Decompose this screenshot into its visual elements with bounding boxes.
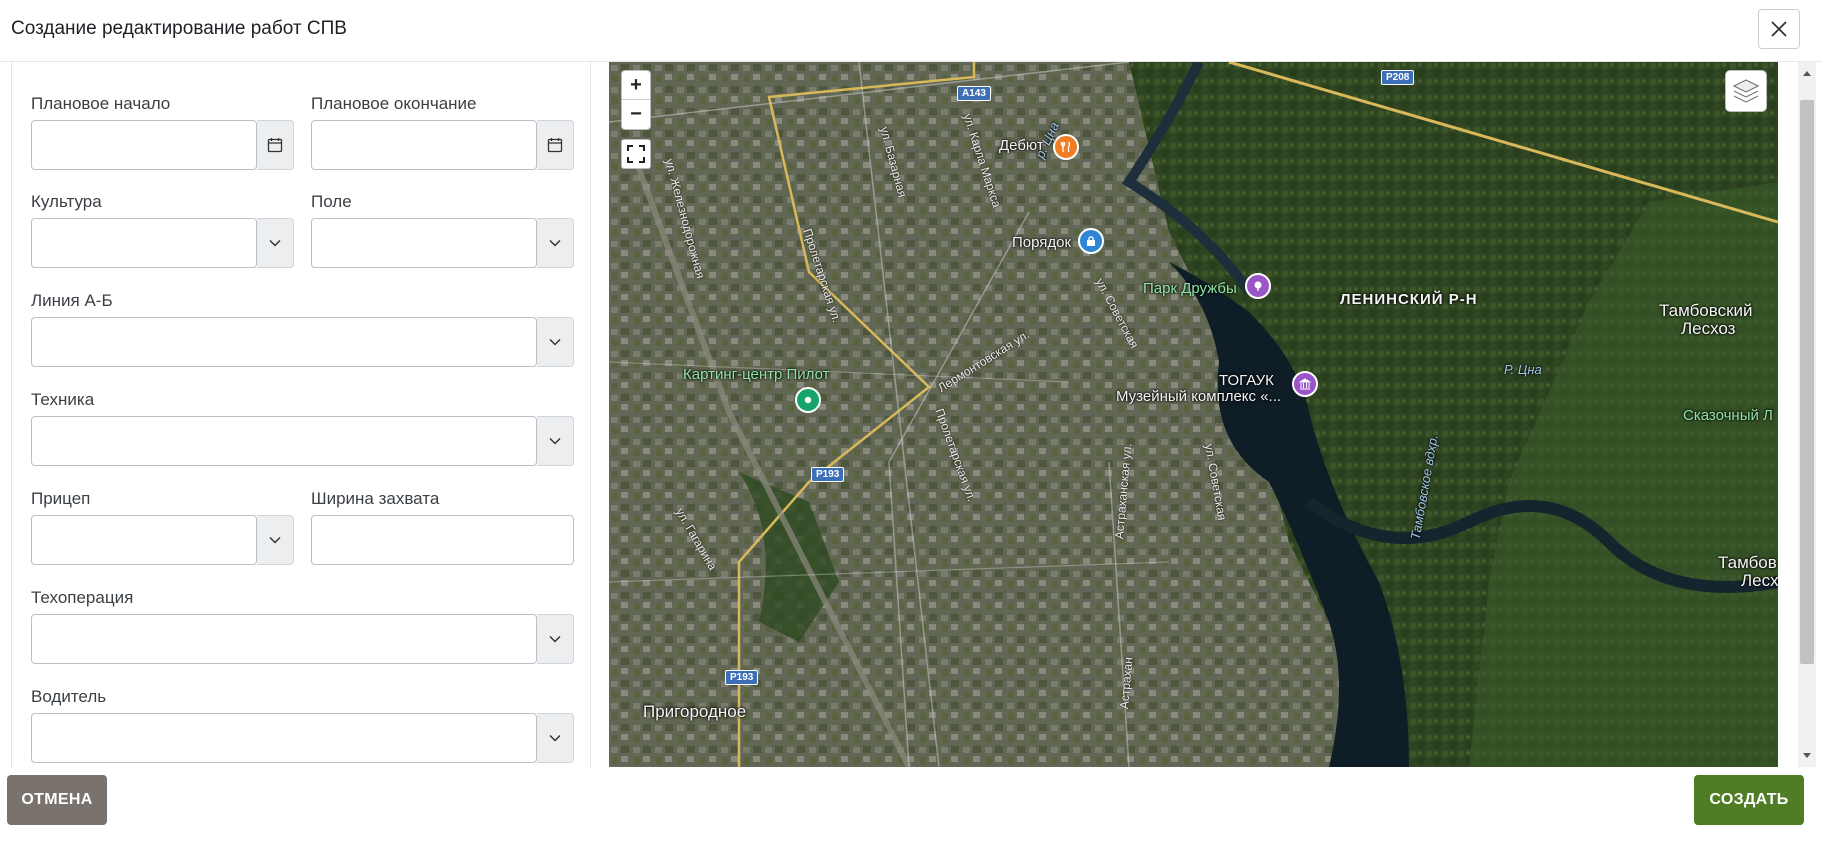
ab-line-label: Линия А-Б <box>31 291 113 310</box>
machinery-dropdown-toggle[interactable] <box>537 416 574 466</box>
field-select[interactable] <box>311 218 537 268</box>
fullscreen-icon <box>627 145 645 163</box>
zoom-in-button[interactable]: + <box>622 71 650 100</box>
map-label-forest-3: Тамбов <box>1718 553 1777 572</box>
road-shield: Р193 <box>725 670 759 685</box>
planned-start-input[interactable] <box>31 120 257 170</box>
trailer-label: Прицеп <box>31 489 91 508</box>
dialog-title: Создание редактирование работ СПВ <box>11 18 347 39</box>
driver-select[interactable] <box>31 713 537 763</box>
zoom-control: + − <box>621 70 651 130</box>
culture-select[interactable] <box>31 218 257 268</box>
driver-dropdown-toggle[interactable] <box>537 713 574 763</box>
field-dropdown-toggle[interactable] <box>537 218 574 268</box>
map-label-poryadok: Порядок <box>1012 234 1072 251</box>
calendar-icon <box>547 138 563 153</box>
working-width-label: Ширина захвата <box>311 489 440 508</box>
tech-operation-label: Техоперация <box>31 588 134 607</box>
map-label-prigorodnoe: Пригородное <box>643 702 747 721</box>
chevron-down-icon <box>549 338 561 346</box>
map-label-karting: Картинг-центр Пилот <box>683 366 830 383</box>
zoom-out-button[interactable]: − <box>622 100 650 129</box>
close-button[interactable] <box>1758 9 1800 49</box>
road-shield: Р208 <box>1381 70 1415 85</box>
form-panel: Плановое начало Плановое окончание Культ… <box>11 62 591 768</box>
map-label-district: ЛЕНИНСКИЙ Р-Н <box>1340 291 1478 308</box>
map-label-forest-4: Лесх <box>1741 571 1778 590</box>
chevron-down-icon <box>269 239 281 247</box>
cancel-button[interactable]: ОТМЕНА <box>7 775 107 825</box>
scrollbar-thumb[interactable] <box>1800 100 1814 664</box>
culture-dropdown-toggle[interactable] <box>257 218 294 268</box>
chevron-down-icon <box>549 734 561 742</box>
planned-start-label: Плановое начало <box>31 94 171 113</box>
machinery-select[interactable] <box>31 416 537 466</box>
planned-end-input[interactable] <box>311 120 537 170</box>
map-label-forest: Тамбовский <box>1659 301 1753 320</box>
map-label-park: Парк Дружбы <box>1143 280 1237 297</box>
museum-icon[interactable] <box>1292 371 1318 397</box>
driver-label: Водитель <box>31 687 107 706</box>
map-label-skazochny: Сказочный Л <box>1683 407 1773 424</box>
chevron-down-icon <box>549 239 561 247</box>
chevron-down-icon <box>549 437 561 445</box>
working-width-input[interactable] <box>311 515 574 565</box>
dialog-header: Создание редактирование работ СПВ <box>0 0 1822 62</box>
scroll-up-arrow[interactable] <box>1800 66 1814 80</box>
layers-icon <box>1732 79 1760 103</box>
fullscreen-button[interactable] <box>621 139 651 169</box>
machinery-label: Техника <box>31 390 95 409</box>
ab-line-dropdown-toggle[interactable] <box>537 317 574 367</box>
planned-end-calendar-button[interactable] <box>537 120 574 170</box>
road-shield: А143 <box>957 86 991 101</box>
layers-button[interactable] <box>1725 70 1767 112</box>
close-icon <box>1771 21 1787 37</box>
tech-operation-select[interactable] <box>31 614 537 664</box>
map-label-museum: Музейный комплекс «... <box>1116 388 1282 405</box>
map-imagery <box>609 62 1778 767</box>
trailer-dropdown-toggle[interactable] <box>257 515 294 565</box>
restaurant-icon[interactable] <box>1053 134 1079 160</box>
field-label: Поле <box>311 192 352 211</box>
map-label-river: Р. Цна <box>1504 362 1542 377</box>
chevron-down-icon <box>549 635 561 643</box>
ab-line-select[interactable] <box>31 317 537 367</box>
map-label-togauk: ТОГАУК <box>1219 372 1274 389</box>
culture-label: Культура <box>31 192 102 211</box>
scroll-down-arrow[interactable] <box>1800 748 1814 762</box>
trailer-select[interactable] <box>31 515 257 565</box>
road-shield: Р193 <box>811 467 845 482</box>
calendar-icon <box>267 138 283 153</box>
create-button[interactable]: СОЗДАТЬ <box>1694 775 1804 825</box>
planned-start-calendar-button[interactable] <box>257 120 294 170</box>
park-icon[interactable] <box>1245 273 1271 299</box>
chevron-down-icon <box>269 536 281 544</box>
map-label-forest-2: Лесхоз <box>1681 319 1736 338</box>
planned-end-label: Плановое окончание <box>311 94 477 113</box>
location-pin-icon[interactable] <box>795 387 821 413</box>
tech-operation-dropdown-toggle[interactable] <box>537 614 574 664</box>
shop-icon[interactable] <box>1078 228 1104 254</box>
satellite-map[interactable]: + − А143 Р208 Р193 Р193 Дебют Порядок Па… <box>609 62 1778 767</box>
